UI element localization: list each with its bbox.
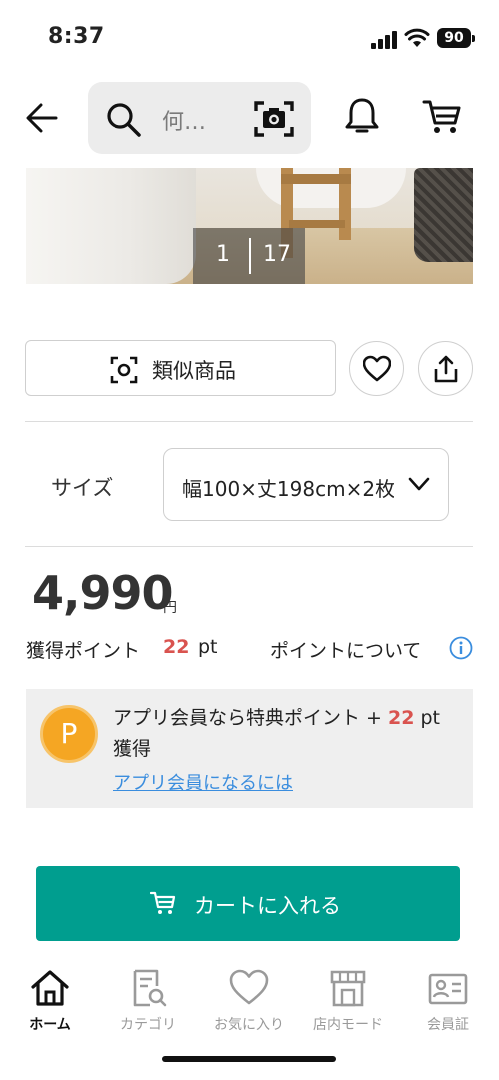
bell-icon [345,98,379,133]
member-promo-text-before: アプリ会員なら特典ポイント + [113,707,388,729]
header: 何… [0,76,499,160]
tab-label: ホーム [29,1017,71,1033]
product-price: 4,990 [32,566,174,620]
image-basket [414,168,473,262]
wifi-icon [404,28,430,47]
cellular-signal-icon [371,31,397,49]
image-search-icon [110,356,138,384]
tab-favorites[interactable]: お気に入り [209,960,289,1040]
tab-label: お気に入り [214,1017,284,1033]
similar-products-label: 類似商品 [152,359,236,383]
product-image-gallery[interactable]: 1 17 [26,168,473,284]
cart-icon [422,100,461,133]
add-to-cart-label: カートに入れる [194,894,341,918]
divider [25,421,473,422]
search-bar[interactable]: 何… [88,82,311,154]
member-promo-points: 22 [388,707,415,729]
price-unit: 円 [163,600,177,616]
size-selected-value: 幅100×丈198cm×2枚 [182,477,394,501]
cart-icon [150,891,176,914]
home-indicator [162,1056,336,1062]
tab-label: カテゴリ [120,1017,176,1033]
info-icon[interactable] [449,636,473,660]
tab-category[interactable]: カテゴリ [108,960,188,1040]
image-current-index: 1 [216,242,230,267]
points-badge-icon: P [40,705,98,763]
tab-store-mode[interactable]: 店内モード [308,960,388,1040]
share-button[interactable] [418,341,473,396]
status-time: 8:37 [48,24,105,49]
heart-icon [363,355,391,382]
home-icon [31,970,69,1006]
image-curtain [26,168,196,284]
size-label: サイズ [51,476,114,500]
back-button[interactable] [24,100,64,140]
heart-icon [229,969,269,1005]
bottom-tab-bar: ホーム カテゴリ お気に入り 店内モード 会員証 [0,960,499,1040]
share-icon [434,355,458,383]
tab-label: 会員証 [427,1017,469,1033]
battery-indicator: 90 [437,28,475,48]
status-bar: 8:37 90 [0,0,499,72]
points-about-link[interactable]: ポイントについて [270,636,421,663]
similar-products-button[interactable]: 類似商品 [25,340,336,396]
member-card-icon [428,973,468,1005]
camera-search-button[interactable] [253,100,295,142]
chevron-down-icon [408,477,430,491]
category-icon [133,969,167,1007]
divider [25,546,473,547]
points-unit: pt [198,636,218,658]
member-promo-text: アプリ会員なら特典ポイント + 22 pt 獲得 [113,703,458,765]
points-label: 獲得ポイント [26,640,141,662]
image-total-count: 17 [263,242,291,267]
image-counter-separator [249,238,251,274]
notification-button[interactable] [344,96,380,140]
become-member-link[interactable]: アプリ会員になるには [113,769,293,795]
tab-label: 店内モード [313,1017,383,1033]
size-select[interactable]: 幅100×丈198cm×2枚 [163,448,449,521]
back-arrow-icon [26,103,58,133]
image-counter: 1 17 [193,228,305,284]
tab-home[interactable]: ホーム [10,960,90,1040]
search-icon [107,103,141,137]
camera-scan-icon [254,101,294,137]
app-member-promo: P アプリ会員なら特典ポイント + 22 pt 獲得 アプリ会員になるには [26,689,473,808]
search-placeholder: 何… [162,110,207,135]
points-value: 22 [163,636,190,658]
add-to-cart-button[interactable]: カートに入れる [36,866,460,941]
tab-member-card[interactable]: 会員証 [408,960,488,1040]
cart-button[interactable] [422,98,462,140]
favorite-button[interactable] [349,341,404,396]
store-icon [330,970,366,1007]
